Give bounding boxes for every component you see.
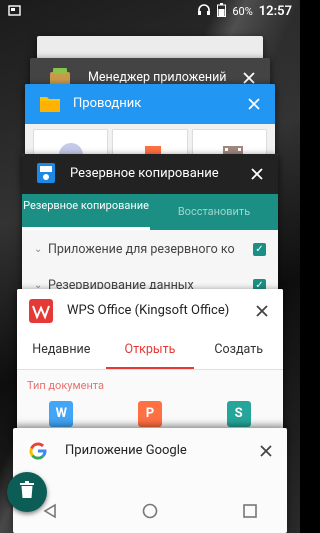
wps-logo-icon [29, 299, 53, 323]
tab-bar: Резервное копирование Восстановить [22, 194, 278, 230]
card-title: WPS Office (Kingsoft Office) [67, 303, 230, 318]
recents-button[interactable] [230, 496, 270, 526]
tab-open[interactable]: Открыть [105, 333, 195, 369]
back-icon [43, 503, 56, 519]
spreadsheet-icon[interactable]: S [226, 401, 251, 427]
google-icon [27, 440, 49, 462]
folder-icon [39, 94, 61, 114]
recent-card-wps-office[interactable]: WPS Office (Kingsoft Office) Недавние От… [17, 289, 283, 439]
card-title: Менеджер приложений [88, 70, 227, 85]
doc-type-icons: W P S [17, 401, 283, 427]
recent-card-backup[interactable]: Резервное копирование Резервное копирова… [22, 154, 278, 304]
tab-backup[interactable]: Резервное копирование [22, 194, 150, 230]
chevron-down-icon: ⌄ [34, 243, 43, 255]
writer-icon[interactable]: W [49, 401, 74, 427]
home-icon [142, 503, 158, 519]
presentation-icon[interactable]: P [137, 401, 162, 427]
tab-create[interactable]: Создать [194, 333, 283, 369]
close-icon[interactable] [245, 95, 263, 113]
clear-all-button[interactable] [7, 472, 47, 512]
checkbox[interactable]: ✓ [253, 242, 266, 256]
status-bar: 60% 12:57 [0, 0, 300, 24]
home-button[interactable] [130, 496, 170, 526]
close-icon[interactable] [253, 302, 271, 320]
tab-bar: Недавние Открыть Создать [17, 333, 283, 370]
battery-percent: 60% [232, 5, 253, 18]
clock: 12:57 [258, 4, 292, 19]
trash-icon [19, 481, 35, 503]
app-manager-icon [48, 66, 70, 86]
notification-icon [8, 4, 21, 20]
backup-icon [36, 162, 56, 184]
tab-restore[interactable]: Восстановить [150, 194, 278, 230]
card-title: Резервное копирование [70, 166, 219, 181]
close-icon[interactable] [248, 165, 266, 183]
battery-icon [217, 3, 227, 20]
headset-icon [197, 3, 211, 20]
section-label: Тип документа [27, 379, 104, 392]
card-title: Приложение Google [65, 443, 187, 458]
tab-recent[interactable]: Недавние [17, 333, 106, 369]
card-header: Проводник [25, 84, 275, 124]
card-title: Проводник [73, 96, 142, 111]
list-item[interactable]: ⌄ Приложение для резервного ко ✓ [34, 238, 266, 260]
list-item-label: Приложение для резервного ко [48, 241, 235, 257]
card-header: WPS Office (Kingsoft Office) [17, 289, 283, 333]
card-header: Резервное копирование [22, 154, 278, 194]
recents-icon [243, 504, 257, 518]
close-icon[interactable] [257, 442, 275, 460]
